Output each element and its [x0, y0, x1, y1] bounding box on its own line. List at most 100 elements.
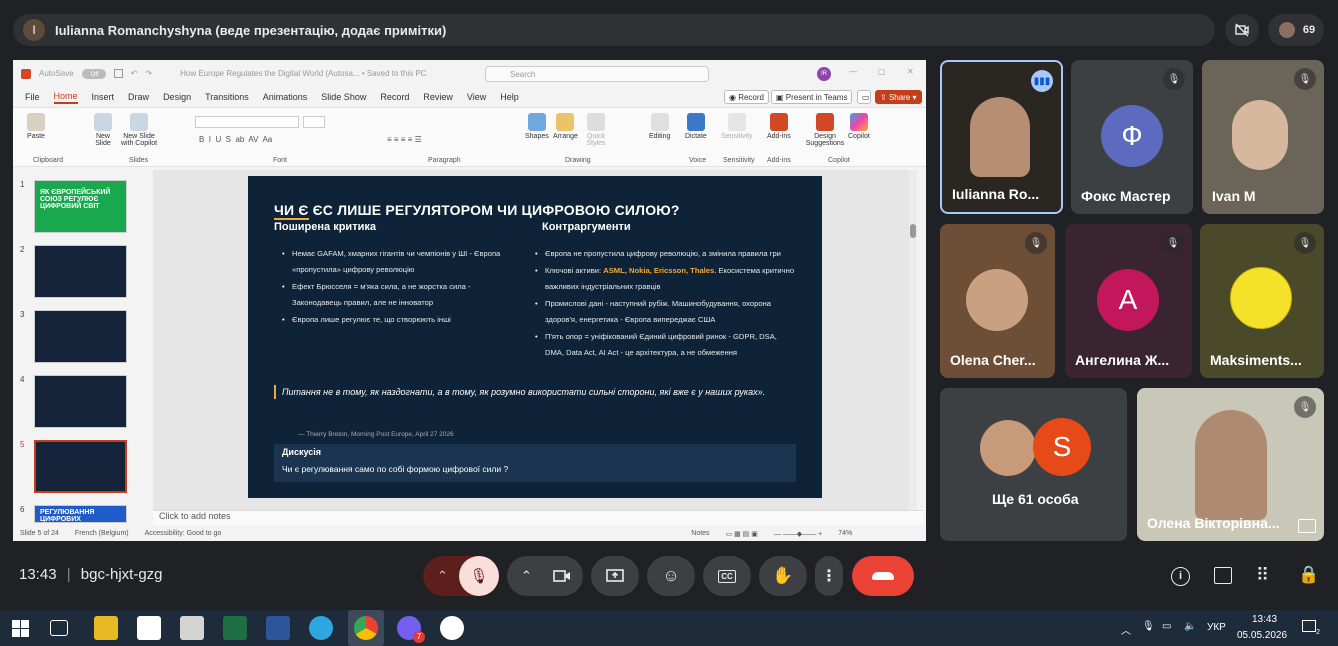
tab-design[interactable]: Design: [163, 92, 191, 102]
current-slide[interactable]: ЧИ Є ЄС ЛИШЕ РЕГУЛЯТОРОМ ЧИ ЦИФРОВОЮ СИЛ…: [248, 176, 822, 498]
clock-date[interactable]: 05.05.2026: [1237, 630, 1287, 641]
store-icon[interactable]: [137, 616, 161, 640]
copilot-button[interactable]: Copilot: [848, 113, 870, 140]
app-icon[interactable]: [440, 616, 464, 640]
record-button[interactable]: ◉ Record: [724, 90, 769, 104]
chevron-up-icon[interactable]: ⌃: [437, 568, 448, 584]
leave-call-button[interactable]: [852, 556, 914, 596]
maximize-icon[interactable]: ▢: [878, 67, 886, 76]
participants-button[interactable]: 69: [1268, 14, 1324, 46]
camera-off-button[interactable]: [1225, 14, 1259, 46]
sensitivity-button[interactable]: Sensitivity: [721, 113, 753, 140]
notes-toggle[interactable]: Notes: [691, 530, 709, 537]
view-buttons[interactable]: ▭ ▦ ▤ ▣: [726, 530, 758, 538]
tab-insert[interactable]: Insert: [92, 92, 115, 102]
more-participants-tile[interactable]: S Ще 61 особа: [940, 388, 1127, 541]
arrange-button[interactable]: Arrange: [553, 113, 578, 140]
slide-thumbnail[interactable]: [34, 310, 127, 363]
close-icon[interactable]: ✕: [907, 67, 914, 76]
host-controls-icon[interactable]: 🔒: [1298, 565, 1319, 585]
reactions-button[interactable]: ☺: [647, 556, 695, 596]
new-slide-copilot-button[interactable]: New Slide with Copilot: [119, 113, 159, 147]
activities-icon[interactable]: ⠿: [1256, 565, 1269, 586]
participant-tile[interactable]: ▮▮▮ Iulianna Ro...: [940, 60, 1063, 214]
camera-control[interactable]: ⌃: [507, 556, 583, 596]
autosave-toggle[interactable]: Off: [81, 68, 106, 79]
participant-tile[interactable]: 🎙 Ivan M: [1202, 60, 1324, 214]
captions-button[interactable]: CC: [703, 556, 751, 596]
shapes-button[interactable]: Shapes: [525, 113, 549, 140]
tab-record[interactable]: Record: [380, 92, 409, 102]
viber-icon[interactable]: 7: [397, 616, 425, 643]
tab-home[interactable]: Home: [53, 91, 78, 104]
microphone-icon[interactable]: 🎙: [1142, 621, 1155, 632]
chrome-taskbar-button[interactable]: [348, 610, 384, 646]
tab-transitions[interactable]: Transitions: [205, 92, 249, 102]
save-icon[interactable]: [113, 69, 123, 78]
raise-hand-button[interactable]: ✋: [759, 556, 807, 596]
notifications-icon[interactable]: 2: [1302, 620, 1320, 636]
mic-off-button[interactable]: 🎙: [459, 556, 499, 596]
font-size-box[interactable]: [303, 116, 325, 128]
slide-thumbnail[interactable]: ЯК ЄВРОПЕЙСЬКИЙ СОЮЗ РЕГУЛЮЄ ЦИФРОВИЙ СВ…: [34, 180, 127, 233]
font-format-buttons[interactable]: B I U S ab AV Aa: [199, 135, 272, 144]
editing-button[interactable]: Editing: [649, 113, 670, 140]
start-button-icon[interactable]: [8, 616, 32, 640]
language-status[interactable]: French (Belgium): [75, 530, 129, 537]
share-button[interactable]: ⇪ Share ▾: [875, 90, 922, 104]
more-options-button[interactable]: ⋮: [815, 556, 843, 596]
present-screen-button[interactable]: [591, 556, 639, 596]
participant-tile[interactable]: 🎙 Олена Вікторівна...: [1137, 388, 1324, 541]
volume-icon[interactable]: 🔈: [1184, 621, 1196, 632]
keyboard-language[interactable]: УКР: [1207, 622, 1226, 633]
tab-review[interactable]: Review: [423, 92, 453, 102]
participant-tile[interactable]: Ф 🎙 Фокс Мастер: [1071, 60, 1193, 214]
excel-icon[interactable]: [223, 616, 247, 640]
participant-tile[interactable]: А 🎙 Ангелина Ж...: [1065, 224, 1192, 378]
addins-button[interactable]: Add-ins: [767, 113, 791, 140]
notes-pane[interactable]: Click to add notes: [153, 510, 923, 525]
dictate-button[interactable]: Dictate: [685, 113, 707, 140]
tab-help[interactable]: Help: [500, 92, 519, 102]
accessibility-status[interactable]: Accessibility: Good to go: [145, 530, 222, 537]
network-icon[interactable]: ▭: [1162, 621, 1171, 632]
microphone-control[interactable]: ⌃ 🎙: [423, 556, 499, 596]
word-icon[interactable]: [266, 616, 290, 640]
design-suggestions-button[interactable]: Design Suggestions: [805, 113, 845, 147]
zoom-slider[interactable]: — ——◆—— +: [774, 530, 822, 538]
file-explorer-icon[interactable]: [94, 616, 118, 640]
slide-thumbnail[interactable]: РЕГУЛЮВАННЯ ЦИФРОВИХ: [34, 505, 127, 523]
slide-thumbnail[interactable]: [34, 245, 127, 298]
paragraph-buttons[interactable]: ≡ ≡ ≡ ≡ ☰: [387, 135, 422, 144]
task-view-icon[interactable]: [50, 620, 68, 636]
zoom-level[interactable]: 74%: [838, 530, 852, 537]
tab-animations[interactable]: Animations: [263, 92, 308, 102]
search-input[interactable]: Search: [485, 66, 709, 82]
chat-icon[interactable]: [1214, 567, 1232, 584]
quick-styles-button[interactable]: Quick Styles: [585, 113, 607, 147]
slide-thumbnail-selected[interactable]: [34, 440, 127, 493]
minimize-icon[interactable]: —: [849, 67, 857, 76]
tab-view[interactable]: View: [467, 92, 486, 102]
meeting-details-icon[interactable]: i: [1171, 567, 1190, 586]
font-name-box[interactable]: [195, 116, 299, 128]
comments-icon[interactable]: ▭: [857, 90, 871, 104]
new-slide-button[interactable]: New Slide: [91, 113, 115, 147]
tab-slide-show[interactable]: Slide Show: [321, 92, 366, 102]
pin-tile-icon[interactable]: [1298, 519, 1316, 533]
chevron-up-icon[interactable]: ⌃: [521, 568, 532, 584]
mail-icon[interactable]: [180, 616, 204, 640]
clock-time[interactable]: 13:43: [1252, 614, 1277, 625]
edge-icon[interactable]: [309, 616, 333, 640]
participant-tile[interactable]: 🎙 Maksiments...: [1200, 224, 1324, 378]
redo-icon[interactable]: ↷: [145, 69, 152, 78]
user-avatar[interactable]: IR: [817, 67, 831, 81]
participant-tile[interactable]: 🎙 Olena Cher...: [940, 224, 1055, 378]
tab-file[interactable]: File: [25, 92, 40, 102]
present-in-teams-button[interactable]: ▣ Present in Teams: [771, 90, 853, 104]
tab-draw[interactable]: Draw: [128, 92, 149, 102]
slide-thumbnail[interactable]: [34, 375, 127, 428]
undo-icon[interactable]: ↶: [131, 69, 138, 78]
paste-button[interactable]: Paste: [27, 113, 45, 140]
chevron-up-icon[interactable]: ︿: [1121, 622, 1131, 637]
